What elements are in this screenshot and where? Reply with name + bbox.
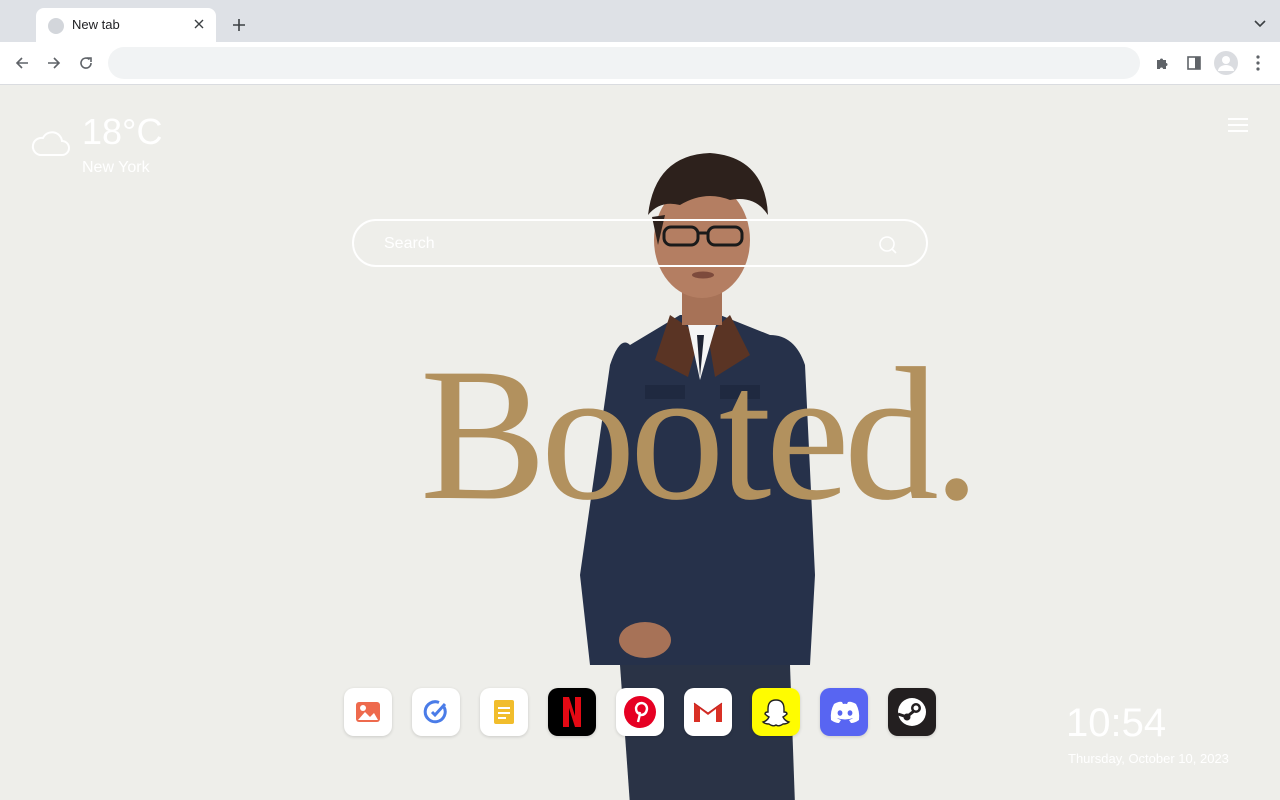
chevron-down-icon[interactable] [1252,16,1268,32]
tab-strip: New tab [0,0,1280,42]
tab-title: New tab [72,17,120,32]
close-icon[interactable] [190,15,208,33]
check-circle-icon [423,700,447,724]
address-bar[interactable] [108,47,1140,79]
kebab-menu-icon[interactable] [1246,51,1270,75]
app-dock [344,688,936,736]
note-icon [494,700,514,724]
search-icon[interactable] [878,235,898,255]
favicon-placeholder-icon [48,18,64,34]
hamburger-menu-icon[interactable] [1228,115,1250,135]
discord-icon [830,701,860,723]
puzzle-icon[interactable] [1150,51,1174,75]
notes-app[interactable] [480,688,528,736]
tab-new-tab[interactable]: New tab [36,8,216,42]
discord-app[interactable] [820,688,868,736]
temperature: 18°C [82,111,163,152]
gmail-icon [693,702,723,722]
snapchat-app[interactable] [752,688,800,736]
toolbar [0,42,1280,85]
profile-avatar-icon[interactable] [1214,51,1238,75]
gmail-app[interactable] [684,688,732,736]
steam-icon [897,698,926,726]
headline: Booted. [420,330,980,540]
cloud-icon [31,131,70,156]
clock-date: Thursday, October 10, 2023 [1068,751,1229,766]
ghost-icon [761,699,791,727]
search-box[interactable] [352,219,928,267]
pinterest-app[interactable] [616,688,664,736]
clock-time: 10:54 [1066,701,1167,745]
images-app[interactable] [344,688,392,736]
netflix-app[interactable] [548,688,596,736]
city-name: New York [82,159,150,176]
steam-app[interactable] [888,688,936,736]
tasks-app[interactable] [412,688,460,736]
pinterest-icon [624,696,656,728]
arrow-right-icon[interactable] [42,51,66,75]
new-tab-page: 18°C New York Booted. [0,85,1280,800]
reload-icon[interactable] [74,51,98,75]
plus-icon[interactable] [228,14,250,36]
arrow-left-icon[interactable] [10,51,34,75]
image-icon [356,702,380,722]
search-input[interactable] [382,231,866,257]
side-panel-icon[interactable] [1182,51,1206,75]
netflix-icon [563,697,581,727]
